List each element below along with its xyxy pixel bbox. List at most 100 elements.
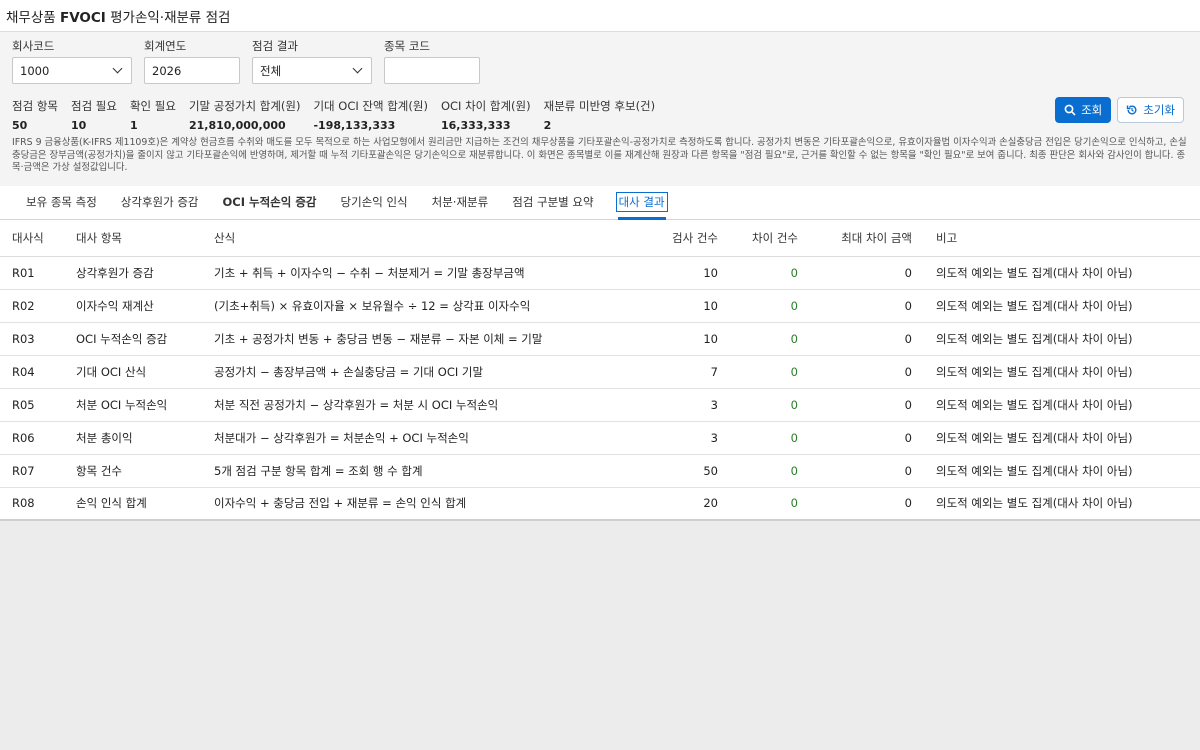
cell-formula: 5개 점검 구분 항목 합계 = 조회 행 수 합계 bbox=[202, 454, 600, 488]
stat-value: -198,133,333 bbox=[313, 119, 396, 132]
stat-value: 16,333,333 bbox=[440, 119, 511, 132]
cell-checked-count: 7 bbox=[600, 355, 730, 389]
cell-checked-count: 3 bbox=[600, 421, 730, 455]
cell-id: R02 bbox=[0, 289, 64, 323]
cell-item: 처분 총이익 bbox=[64, 421, 202, 455]
table-row[interactable]: R05 처분 OCI 누적손익 처분 직전 공정가치 − 상각후원가 = 처분 시 … bbox=[0, 388, 1200, 422]
cell-diff-count: 0 bbox=[730, 289, 810, 323]
search-button-label: 조회 bbox=[1081, 103, 1103, 117]
column-header[interactable]: 차이 건수 bbox=[730, 220, 810, 257]
tab-disposal-reclassification[interactable]: 처분·재분류 bbox=[420, 185, 501, 219]
cell-item: 항목 건수 bbox=[64, 454, 202, 488]
company-code-select[interactable]: 1000 bbox=[12, 57, 132, 84]
reset-button[interactable]: 초기화 bbox=[1117, 97, 1184, 123]
tab-bar: 보유 종목 측정 상각후원가 증감 OCI 누적손익 증감 당기손익 인식 처분… bbox=[0, 186, 1200, 220]
cell-remark: 의도적 예외는 별도 집계(대사 차이 아님) bbox=[924, 256, 1200, 290]
tab-label: 대사 결과 bbox=[615, 192, 668, 212]
table-row[interactable]: R07 항목 건수 5개 점검 구분 항목 합계 = 조회 행 수 합계 50 0 0 의도… bbox=[0, 454, 1200, 488]
cell-checked-count: 3 bbox=[600, 388, 730, 422]
cell-max-diff: 0 bbox=[810, 256, 924, 290]
cell-diff-count: 0 bbox=[730, 256, 810, 290]
table-row[interactable]: R03 OCI 누적손익 증감 기초 + 공정가치 변동 + 충당금 변동 − 재분… bbox=[0, 322, 1200, 356]
fiscal-year-value: 2026 bbox=[152, 63, 182, 78]
app-page: 채무상품 FVOCI 평가손익·재분류 점검 회사코드 1000 회계연도 20… bbox=[0, 0, 1200, 521]
page-title: 채무상품 FVOCI 평가손익·재분류 점검 bbox=[6, 6, 230, 26]
stat-item: OCI 차이 합계(원) 16,333,333 bbox=[441, 98, 531, 132]
tab-label: 보유 종목 측정 bbox=[26, 195, 97, 209]
item-code-input[interactable] bbox=[384, 57, 480, 84]
stat-label: 재분류 미반영 후보(건) bbox=[543, 99, 656, 113]
cell-remark: 의도적 예외는 별도 집계(대사 차이 아님) bbox=[924, 487, 1200, 521]
page-title-bold: FVOCI bbox=[59, 9, 106, 26]
table-row[interactable]: R06 처분 총이익 처분대가 − 상각후원가 = 처분손익 + OCI 누적손익 3… bbox=[0, 421, 1200, 455]
cell-remark: 의도적 예외는 별도 집계(대사 차이 아님) bbox=[924, 322, 1200, 356]
stat-value: 21,810,000,000 bbox=[188, 119, 286, 132]
chevron-down-icon bbox=[352, 63, 363, 74]
stat-label: 점검 필요 bbox=[70, 99, 117, 113]
stat-label: 기대 OCI 잔액 합계(원) bbox=[313, 99, 428, 113]
cell-diff-count: 0 bbox=[730, 388, 810, 422]
stat-value: 10 bbox=[70, 119, 87, 132]
stat-value: 1 bbox=[129, 119, 138, 132]
stat-item: 기말 공정가치 합계(원) 21,810,000,000 bbox=[189, 98, 301, 132]
cell-item: 이자수익 재계산 bbox=[64, 289, 202, 323]
cell-formula: 처분 직전 공정가치 − 상각후원가 = 처분 시 OCI 누적손익 bbox=[202, 388, 600, 422]
tab-profit-loss-recognition[interactable]: 당기손익 인식 bbox=[329, 185, 420, 219]
stat-item: 확인 필요 1 bbox=[130, 98, 176, 132]
cell-id: R07 bbox=[0, 454, 64, 488]
check-result-group: 점검 결과 전체 bbox=[252, 38, 372, 84]
stat-item: 기대 OCI 잔액 합계(원) -198,133,333 bbox=[313, 98, 427, 132]
table-row[interactable]: R01 상각후원가 증감 기초 + 취득 + 이자수익 − 수취 − 처분제거 = … bbox=[0, 256, 1200, 290]
cell-max-diff: 0 bbox=[810, 289, 924, 323]
cell-formula: 기초 + 공정가치 변동 + 충당금 변동 − 재분류 − 자본 이체 = 기말 bbox=[202, 322, 600, 356]
search-icon bbox=[1064, 104, 1076, 116]
cell-diff-count: 0 bbox=[730, 454, 810, 488]
search-button[interactable]: 조회 bbox=[1055, 97, 1112, 123]
title-bar: 채무상품 FVOCI 평가손익·재분류 점검 bbox=[0, 0, 1200, 32]
tab-label: 점검 구분별 요약 bbox=[512, 195, 594, 209]
column-header[interactable]: 산식 bbox=[202, 220, 600, 257]
action-buttons: 조회 초기화 bbox=[1055, 97, 1184, 123]
stat-item: 점검 필요 10 bbox=[71, 98, 117, 132]
column-header[interactable]: 비고 bbox=[924, 220, 1200, 257]
company-code-group: 회사코드 1000 bbox=[12, 38, 132, 84]
cell-formula: 처분대가 − 상각후원가 = 처분손익 + OCI 누적손익 bbox=[202, 421, 600, 455]
cell-item: 상각후원가 증감 bbox=[64, 256, 202, 290]
fiscal-year-input[interactable]: 2026 bbox=[144, 57, 240, 84]
tab-holdings-measurement[interactable]: 보유 종목 측정 bbox=[14, 185, 109, 219]
column-header[interactable]: 대사식 bbox=[0, 220, 64, 257]
tab-oci-accumulated-change[interactable]: OCI 누적손익 증감 bbox=[211, 185, 329, 219]
tab-reconciliation-results[interactable]: 대사 결과 bbox=[606, 185, 678, 220]
stat-label: OCI 차이 합계(원) bbox=[440, 99, 531, 113]
table-row[interactable]: R08 손익 인식 합계 이자수익 + 충당금 전입 + 재분류 = 손익 인식 합… bbox=[0, 487, 1200, 521]
check-result-select[interactable]: 전체 bbox=[252, 57, 372, 84]
table-row[interactable]: R02 이자수익 재계산 (기초+취득) × 유효이자율 × 보유월수 ÷ 12 =… bbox=[0, 289, 1200, 323]
cell-max-diff: 0 bbox=[810, 388, 924, 422]
column-header[interactable]: 최대 차이 금액 bbox=[810, 220, 924, 257]
stat-value: 2 bbox=[543, 119, 552, 132]
company-code-value: 1000 bbox=[20, 63, 50, 78]
tab-amortized-cost-change[interactable]: 상각후원가 증감 bbox=[109, 185, 211, 219]
table-row[interactable]: R04 기대 OCI 산식 공정가치 − 총장부금액 + 손실충당금 = 기대 OC… bbox=[0, 355, 1200, 389]
cell-checked-count: 50 bbox=[600, 454, 730, 488]
column-header[interactable]: 검사 건수 bbox=[600, 220, 730, 257]
column-header[interactable]: 대사 항목 bbox=[64, 220, 202, 257]
page-title-suffix: 평가손익·재분류 점검 bbox=[105, 9, 231, 26]
cell-diff-count: 0 bbox=[730, 322, 810, 356]
reset-button-label: 초기화 bbox=[1143, 103, 1175, 117]
cell-max-diff: 0 bbox=[810, 322, 924, 356]
stat-label: 확인 필요 bbox=[129, 99, 176, 113]
cell-remark: 의도적 예외는 별도 집계(대사 차이 아님) bbox=[924, 454, 1200, 488]
check-result-label: 점검 결과 bbox=[252, 39, 298, 53]
cell-max-diff: 0 bbox=[810, 355, 924, 389]
item-code-label: 종목 코드 bbox=[384, 39, 430, 53]
stat-value: 50 bbox=[12, 119, 28, 132]
cell-formula: 기초 + 취득 + 이자수익 − 수취 − 처분제거 = 기말 총장부금액 bbox=[202, 256, 600, 290]
cell-item: 기대 OCI 산식 bbox=[64, 355, 202, 389]
tab-check-category-summary[interactable]: 점검 구분별 요약 bbox=[500, 185, 605, 219]
cell-checked-count: 10 bbox=[600, 256, 730, 290]
cell-checked-count: 10 bbox=[600, 289, 730, 323]
filter-row: 회사코드 1000 회계연도 2026 점검 결과 전체 종목 코드 bbox=[12, 38, 1188, 84]
cell-formula: 공정가치 − 총장부금액 + 손실충당금 = 기대 OCI 기말 bbox=[202, 355, 600, 389]
cell-max-diff: 0 bbox=[810, 421, 924, 455]
